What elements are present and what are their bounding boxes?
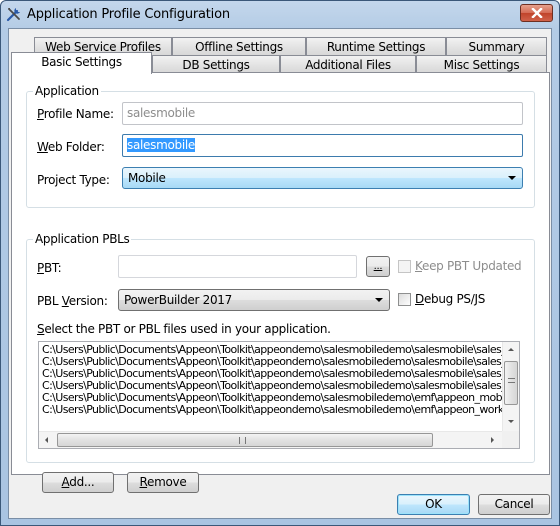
tab-label: Additional Files [305,58,391,72]
title-bar[interactable]: Application Profile Configuration [1,1,559,28]
tab-offline-settings[interactable]: Offline Settings [172,37,306,56]
application-groupbox: Application Profile Name: salesmobile We… [26,84,535,208]
web-folder-value: salesmobile [127,138,195,152]
project-type-value: Mobile [128,171,166,185]
pbt-label: PBT: [37,261,62,275]
tab-label: Offline Settings [195,40,283,54]
list-item[interactable]: C:\Users\Public\Documents\Appeon\Toolkit… [42,344,502,356]
window-title: Application Profile Configuration [27,7,230,22]
dialog-window: Application Profile Configuration Web Se… [0,0,560,526]
add-button[interactable]: Add... [42,472,114,493]
tab-runtime-settings[interactable]: Runtime Settings [306,37,446,56]
tab-page-basic-settings: Application Profile Name: salesmobile We… [11,72,550,493]
profile-name-value: salesmobile [127,106,195,120]
scroll-down-icon[interactable] [508,420,514,423]
pbl-version-label: PBL Version: [37,294,108,308]
list-item[interactable]: C:\Users\Public\Documents\Appeon\Toolkit… [42,356,502,368]
vertical-scroll-thumb[interactable] [504,361,518,405]
tab-label: Misc Settings [443,58,520,72]
tab-label: DB Settings [182,58,250,72]
list-item[interactable]: C:\Users\Public\Documents\Appeon\Toolkit… [42,368,502,380]
keep-pbt-updated-label: Keep PBT Updated [415,259,522,273]
cancel-button[interactable]: Cancel [478,494,550,515]
horizontal-scrollbar[interactable] [39,431,502,448]
project-type-label: Project Type: [37,173,110,187]
web-folder-label: Web Folder: [37,140,105,154]
application-pbls-group-title: Application PBLs [33,232,132,246]
debug-psjs-label: Debug PS/JS [415,292,486,306]
pbl-version-value: PowerBuilder 2017 [124,293,232,307]
tab-basic-settings[interactable]: Basic Settings [11,52,152,74]
horizontal-scroll-thumb[interactable] [57,433,433,447]
keep-pbt-updated-checkbox[interactable] [398,260,411,273]
project-type-select[interactable]: Mobile [122,167,523,189]
scroll-up-icon[interactable] [508,348,514,351]
list-item[interactable]: C:\Users\Public\Documents\Appeon\Toolkit… [42,392,502,404]
tools-icon [6,8,20,22]
pbl-files-listbox[interactable]: C:\Users\Public\Documents\Appeon\Toolkit… [38,341,520,449]
remove-button[interactable]: Remove [127,472,199,493]
vertical-scrollbar[interactable] [502,342,519,431]
ok-button[interactable]: OK [397,494,470,515]
ok-label: OK [425,497,442,511]
chevron-down-icon [508,176,516,180]
dialog-client-area: Web Service Profiles Offline Settings Ru… [8,28,552,519]
pbl-files-instruction: Select the PBT or PBL files used in your… [37,322,331,336]
close-icon [530,8,543,18]
pbl-files-list: C:\Users\Public\Documents\Appeon\Toolkit… [42,344,502,430]
add-label: dd... [69,475,95,489]
pbl-version-select[interactable]: PowerBuilder 2017 [118,289,390,311]
scrollbar-corner [502,431,519,448]
remove-mnemonic: R [139,475,148,489]
list-item[interactable]: C:\Users\Public\Documents\Appeon\Toolkit… [42,404,502,416]
list-item[interactable]: C:\Users\Public\Documents\Appeon\Toolkit… [42,380,502,392]
browse-pbt-button[interactable]: ... [366,256,390,277]
remove-label: emove [147,475,187,489]
cancel-label: Cancel [494,497,534,511]
pbt-input[interactable] [118,255,357,278]
browse-label: ... [373,261,383,272]
application-group-title: Application [33,84,101,98]
profile-name-label: Profile Name: [37,107,114,121]
scroll-left-icon[interactable] [45,437,48,443]
profile-name-input[interactable]: salesmobile [122,102,523,125]
tab-label: Runtime Settings [326,40,426,54]
tab-summary[interactable]: Summary [446,37,547,56]
web-folder-input[interactable]: salesmobile [122,134,523,157]
debug-psjs-checkbox[interactable] [398,293,411,306]
close-button[interactable] [520,4,553,22]
scroll-right-icon[interactable] [491,437,494,443]
chevron-down-icon [375,298,383,302]
tab-label: Summary [468,40,525,54]
tab-label: Basic Settings [41,55,122,69]
